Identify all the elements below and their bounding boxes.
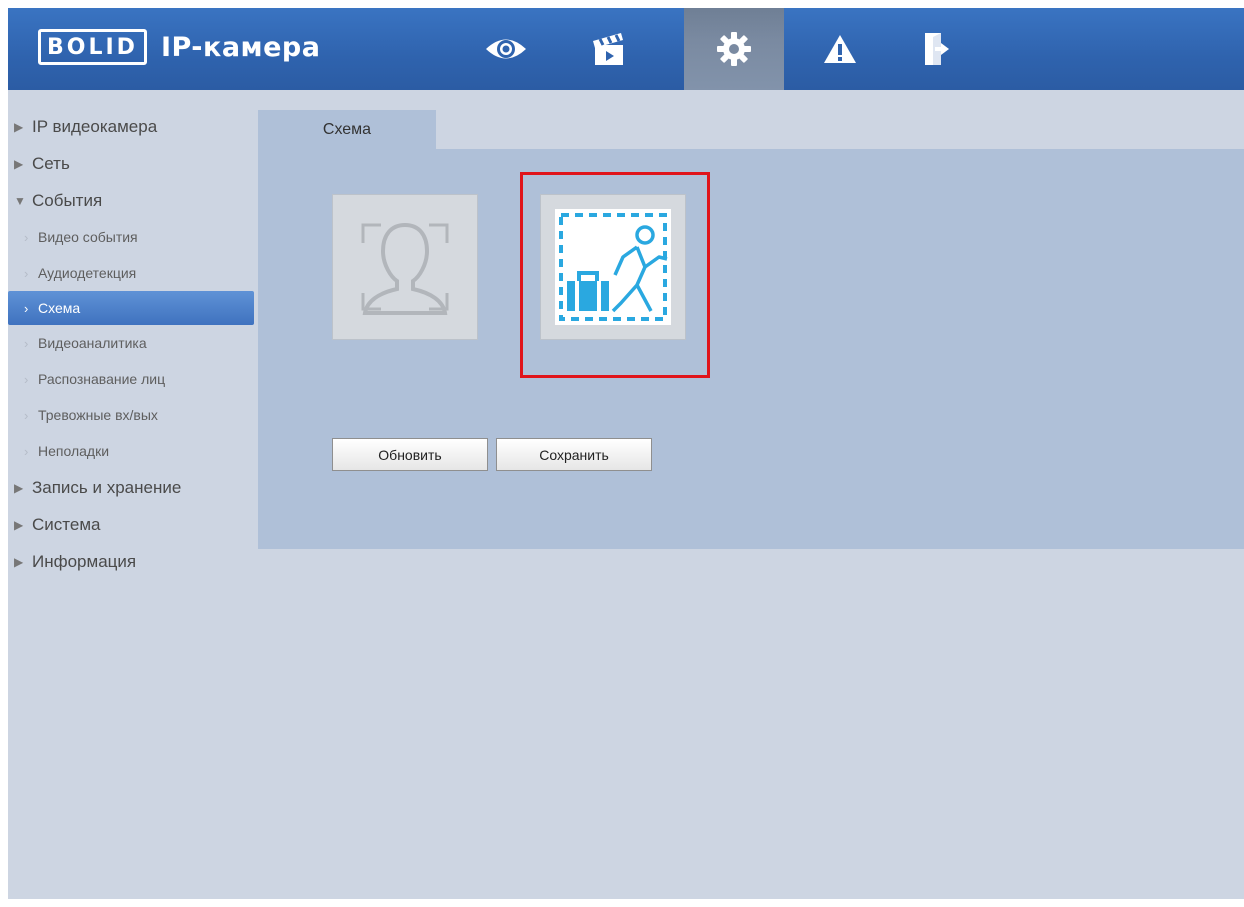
brand-logo: BOLID <box>38 29 147 65</box>
caret-right-icon: ▶ <box>14 554 24 569</box>
selection-highlight <box>520 172 710 378</box>
sidebar-subitem-label: Видеоаналитика <box>38 335 147 351</box>
chevron-right-icon: › <box>24 335 29 351</box>
sidebar-item-network[interactable]: ▶ Сеть <box>8 145 258 182</box>
tab-scheme[interactable]: Схема <box>258 110 436 149</box>
chevron-right-icon: › <box>24 407 29 423</box>
sidebar-subitem-video-events[interactable]: › Видео события <box>8 219 258 255</box>
caret-right-icon: ▶ <box>14 119 24 134</box>
caret-down-icon: ▼ <box>14 193 26 208</box>
sidebar-subitem-label: Тревожные вх/вых <box>38 407 158 423</box>
sidebar-subitem-label: Видео события <box>38 229 138 245</box>
sidebar-subitem-label: Аудиодетекция <box>38 265 137 281</box>
nav-alarm[interactable] <box>790 8 890 90</box>
main-panel: Схема Обновить Сохранить <box>258 110 1244 549</box>
sidebar-item-storage[interactable]: ▶ Запись и хранение <box>8 469 258 506</box>
clapperboard-icon <box>593 33 623 65</box>
scheme-face-recognition[interactable] <box>332 194 478 340</box>
top-bar: BOLID IP-камера <box>8 8 1244 90</box>
nav-live-view[interactable] <box>456 8 556 90</box>
eye-icon <box>486 39 526 59</box>
chevron-right-icon: › <box>24 371 29 387</box>
sidebar-item-information[interactable]: ▶ Информация <box>8 543 258 580</box>
sidebar-subitem-scheme[interactable]: › Схема <box>8 291 254 325</box>
tab-bar: Схема <box>258 110 1244 149</box>
sidebar-item-label: IP видеокамера <box>32 116 158 136</box>
refresh-button[interactable]: Обновить <box>332 438 488 471</box>
sidebar-item-label: Информация <box>32 551 137 571</box>
sidebar-item-label: Запись и хранение <box>32 477 182 497</box>
chevron-right-icon: › <box>24 443 29 459</box>
sidebar-subitem-label: Распознавание лиц <box>38 371 166 387</box>
sidebar-subitem-faults[interactable]: › Неполадки <box>8 433 258 469</box>
sidebar-subitem-label: Неполадки <box>38 443 110 459</box>
nav-playback[interactable] <box>560 8 660 90</box>
sidebar-item-label: Система <box>32 514 101 534</box>
caret-right-icon: ▶ <box>14 517 24 532</box>
logout-icon <box>925 33 949 65</box>
chevron-right-icon: › <box>24 229 29 245</box>
gear-icon <box>717 32 751 66</box>
face-recognition-icon <box>361 222 449 315</box>
sidebar-item-label: Сеть <box>32 153 70 173</box>
sidebar-item-system[interactable]: ▶ Система <box>8 506 258 543</box>
app-window: BOLID IP-камера ▶ IP видеокамера ▶ Сеть … <box>8 8 1244 899</box>
caret-right-icon: ▶ <box>14 480 24 495</box>
app-title: IP-камера <box>160 31 321 63</box>
brand-logo-text: BOLID <box>47 34 138 60</box>
sidebar-item-events[interactable]: ▼ События <box>8 182 258 219</box>
nav-logout[interactable] <box>888 8 988 90</box>
sidebar-subitem-audio-detection[interactable]: › Аудиодетекция <box>8 255 258 291</box>
caret-right-icon: ▶ <box>14 156 24 171</box>
warning-icon <box>824 35 856 63</box>
nav-settings[interactable] <box>684 8 784 90</box>
sidebar-item-label: События <box>32 190 103 210</box>
logo: BOLID IP-камера <box>38 29 321 65</box>
sidebar-subitem-label: Схема <box>38 300 81 316</box>
sidebar: ▶ IP видеокамера ▶ Сеть ▼ События › Виде… <box>8 108 258 580</box>
sidebar-item-ip-camera[interactable]: ▶ IP видеокамера <box>8 108 258 145</box>
sidebar-subitem-face-recognition[interactable]: › Распознавание лиц <box>8 361 258 397</box>
save-button[interactable]: Сохранить <box>496 438 652 471</box>
sidebar-subitem-video-analytics[interactable]: › Видеоаналитика <box>8 325 258 361</box>
sidebar-subitem-alarm-io[interactable]: › Тревожные вх/вых <box>8 397 258 433</box>
chevron-right-icon: › <box>24 300 29 316</box>
chevron-right-icon: › <box>24 265 29 281</box>
